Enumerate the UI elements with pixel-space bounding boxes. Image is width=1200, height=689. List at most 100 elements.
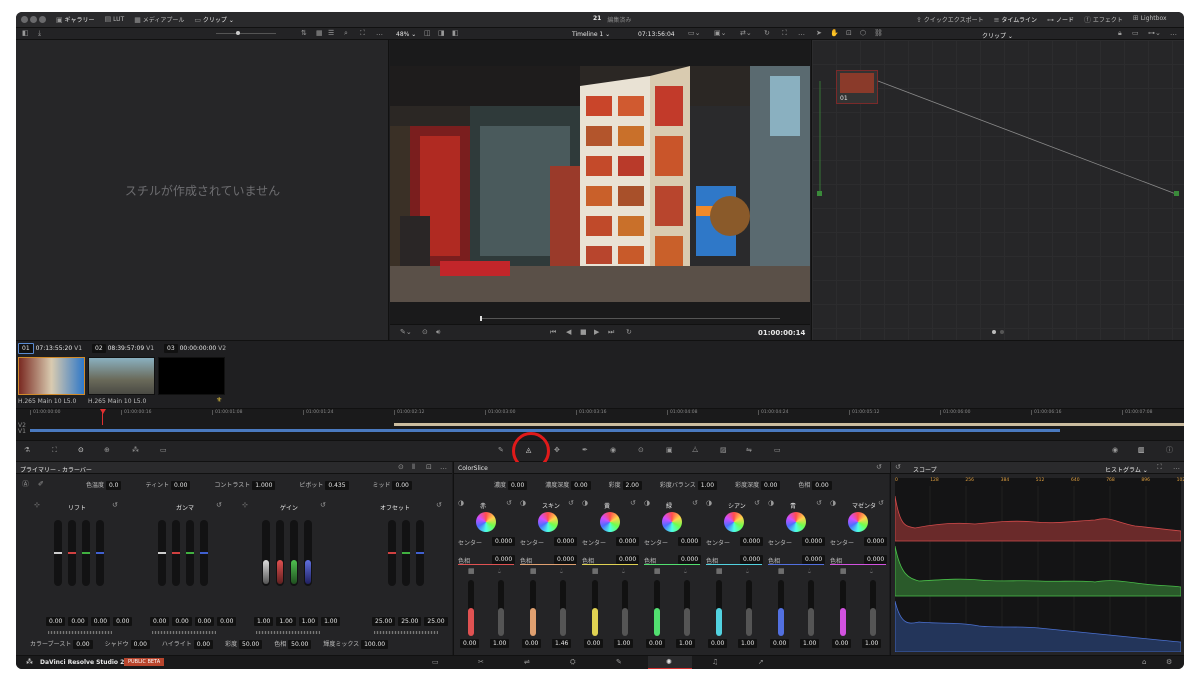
gain-value-y[interactable]: 1.00 xyxy=(254,617,274,626)
hue-value[interactable]: 0.000 xyxy=(802,555,826,564)
3d-icon[interactable]: ▭ xyxy=(774,447,781,454)
node-clip-selector[interactable]: クリップ ⌄ xyxy=(982,31,1013,40)
quick-export-button[interactable]: ⇪ クイックエクスポート xyxy=(916,15,984,25)
offset-reset-icon[interactable]: ↺ xyxy=(436,502,442,509)
page-dot-active[interactable] xyxy=(992,330,996,334)
hue-value[interactable]: 0.000 xyxy=(864,555,888,564)
gamma-red-bar[interactable] xyxy=(172,520,180,586)
zoom-selector[interactable]: 48% ⌄ xyxy=(396,31,416,38)
cube-icon[interactable]: ⬡ xyxy=(860,30,866,37)
center-value[interactable]: 0.000 xyxy=(802,537,826,546)
density-slider[interactable] xyxy=(778,580,784,636)
tracker-icon[interactable]: ⊙ xyxy=(638,447,644,454)
page-dot[interactable] xyxy=(1000,330,1004,334)
hue-range-bar[interactable] xyxy=(830,564,886,565)
list-view-icon[interactable]: ☰ xyxy=(328,30,334,37)
rgb-mixer-icon[interactable]: ⁂ xyxy=(132,447,139,454)
scope-mode-selector[interactable]: ヒストグラム ⌄ xyxy=(1105,465,1148,474)
colorslice-reset-icon[interactable]: ↺ xyxy=(876,464,882,471)
timeline-ruler[interactable]: 01:00:00:00 01:00:00:16 01:00:01:08 01:00:0… xyxy=(30,409,1184,419)
cs-param-density-depth-value[interactable]: 0.00 xyxy=(571,481,591,490)
vector-toggle-icon[interactable]: ◑ xyxy=(768,500,774,507)
media-pool-tab[interactable]: ▦ メディアプール xyxy=(134,15,184,25)
gamma-value-y[interactable]: 0.00 xyxy=(150,617,170,626)
gamma-blue-bar[interactable] xyxy=(200,520,208,586)
param-mid-value[interactable]: 0.00 xyxy=(392,481,412,490)
lift-value-y[interactable]: 0.00 xyxy=(46,617,66,626)
vector-color-wheel[interactable] xyxy=(724,512,744,532)
cs-param-hue-value[interactable]: 0.00 xyxy=(812,481,832,490)
center-value[interactable]: 0.000 xyxy=(616,537,640,546)
density-slider[interactable] xyxy=(468,580,474,636)
saturation-value[interactable]: 1.00 xyxy=(738,639,758,648)
color-match-icon[interactable]: ⛶ xyxy=(52,447,57,454)
hand-tool-icon[interactable]: ✋ xyxy=(830,30,839,37)
fullscreen-icon[interactable]: ⛶ xyxy=(782,30,787,37)
clip-thumbnail-2[interactable] xyxy=(88,357,155,395)
offset-jog-wheel[interactable] xyxy=(374,631,438,634)
window-close-button[interactable] xyxy=(21,16,28,23)
lift-green-bar[interactable] xyxy=(82,520,90,586)
node-more-icon[interactable]: … xyxy=(1170,30,1177,37)
picker-icon[interactable]: ✐ xyxy=(38,481,44,488)
offset-value-g[interactable]: 25.00 xyxy=(398,617,422,626)
gamma-value-g[interactable]: 0.00 xyxy=(194,617,215,626)
deliver-page-icon[interactable]: ➚ xyxy=(758,659,764,666)
hue-value[interactable]: 0.000 xyxy=(740,555,764,564)
sizing-icon[interactable]: ⇋ xyxy=(746,447,752,454)
split-view-icon[interactable]: ◫ xyxy=(424,30,431,37)
thumbnail-size-slider[interactable] xyxy=(216,31,276,35)
density-value[interactable]: 0.00 xyxy=(770,639,790,648)
gain-red-bar[interactable] xyxy=(276,520,284,586)
param-hue-value[interactable]: 50.00 xyxy=(288,640,312,649)
gain-reset-icon[interactable]: ↺ xyxy=(320,502,326,509)
display-icon[interactable]: ▭⌄ xyxy=(688,30,700,37)
go-to-end-icon[interactable]: ⏭ xyxy=(608,329,614,336)
pointer-tool-icon[interactable]: ➤ xyxy=(816,30,822,37)
gain-blue-bar[interactable] xyxy=(304,520,312,586)
hue-value[interactable]: 0.000 xyxy=(492,555,516,564)
primaries-icon[interactable]: ⊙ xyxy=(78,447,84,454)
saturation-slider[interactable] xyxy=(746,580,752,636)
vector-reset-icon[interactable]: ↺ xyxy=(630,500,636,507)
lift-jog-wheel[interactable] xyxy=(48,631,112,634)
viewer-image[interactable] xyxy=(390,66,810,302)
info-icon[interactable]: ⓘ xyxy=(1166,447,1173,454)
offset-value-b[interactable]: 25.00 xyxy=(424,617,448,626)
density-slider[interactable] xyxy=(654,580,660,636)
vector-toggle-icon[interactable]: ◑ xyxy=(830,500,836,507)
color-node[interactable]: 01 xyxy=(836,70,878,104)
home-icon[interactable]: ⌂ xyxy=(1142,659,1146,666)
gamma-reset-icon[interactable]: ↺ xyxy=(216,502,222,509)
saturation-value[interactable]: 1.00 xyxy=(490,639,510,648)
gain-master-bar[interactable] xyxy=(262,520,270,586)
param-contrast-value[interactable]: 1.000 xyxy=(252,481,276,490)
hue-value[interactable]: 0.000 xyxy=(678,555,702,564)
gallery-tab[interactable]: ▣ ギャラリー xyxy=(56,15,95,25)
clip-thumbnail-3[interactable] xyxy=(158,357,225,395)
saturation-value[interactable]: 1.00 xyxy=(800,639,820,648)
cut-page-icon[interactable]: ✂ xyxy=(478,659,484,666)
wipe-icon[interactable]: ◨ xyxy=(438,30,445,37)
sort-icon[interactable]: ⇅ xyxy=(301,30,307,37)
gain-value-g[interactable]: 1.00 xyxy=(298,617,319,626)
density-slider[interactable] xyxy=(716,580,722,636)
param-shadows-value[interactable]: 0.00 xyxy=(130,640,150,649)
vector-reset-icon[interactable]: ↺ xyxy=(816,500,822,507)
slider-handle[interactable] xyxy=(236,31,240,35)
settings-icon[interactable]: ⚙ xyxy=(1166,659,1172,666)
center-value[interactable]: 0.000 xyxy=(678,537,702,546)
lift-blue-bar[interactable] xyxy=(96,520,104,586)
fusion-page-icon[interactable]: ⛭ xyxy=(570,659,576,666)
link-icon[interactable]: ⛓ xyxy=(874,30,883,37)
nodes-toggle[interactable]: ⊶ ノード xyxy=(1047,15,1074,25)
gain-jog-wheel[interactable] xyxy=(256,631,320,634)
gain-reticle-icon[interactable]: ⊹ xyxy=(242,502,248,509)
viewer-more-icon[interactable]: … xyxy=(798,30,805,37)
visibility-icon[interactable]: ◉ xyxy=(1112,447,1118,454)
scope-expand-icon[interactable]: ⛶ xyxy=(1157,464,1162,471)
vector-color-wheel[interactable] xyxy=(600,512,620,532)
hue-range-bar[interactable] xyxy=(768,564,824,565)
param-saturation-value[interactable]: 50.00 xyxy=(239,640,263,649)
track-v1-clip-2[interactable] xyxy=(394,429,1060,432)
